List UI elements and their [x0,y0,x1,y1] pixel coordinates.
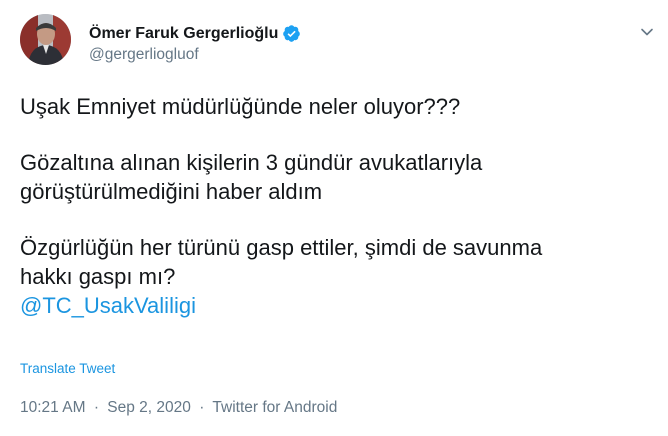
verified-badge-icon [282,24,301,43]
tweet-text: Uşak Emniyet müdürlüğünde neler oluyor??… [20,92,650,320]
tweet-line: Özgürlüğün her türünü gasp ettiler, şimd… [20,235,543,260]
chevron-down-icon[interactable] [639,24,655,40]
tweet-card: Ömer Faruk Gergerlioğlu @gergerliogluof … [0,0,668,436]
translate-tweet-link[interactable]: Translate Tweet [20,361,115,376]
avatar-photo [20,14,71,65]
author-name[interactable]: Ömer Faruk Gergerlioğlu [89,25,278,43]
tweet-source-link[interactable]: Twitter for Android [212,399,337,416]
tweet-date[interactable]: Sep 2, 2020 [107,399,191,416]
tweet-paragraph-1: Uşak Emniyet müdürlüğünde neler oluyor??… [20,92,650,121]
tweet-line: Uşak Emniyet müdürlüğünde neler oluyor??… [20,94,461,119]
meta-separator: · [199,399,205,416]
tweet-line: hakkı gaspı mı? [20,264,176,289]
author-handle[interactable]: @gergerliogluof [89,46,199,64]
tweet-metadata: 10:21 AM · Sep 2, 2020 · Twitter for And… [20,399,337,417]
tweet-line: Gözaltına alınan kişilerin 3 gündür avuk… [20,150,483,175]
author-name-row[interactable]: Ömer Faruk Gergerlioğlu [89,24,301,43]
mention-link[interactable]: @TC_UsakValiligi [20,291,650,320]
tweet-paragraph-2: Gözaltına alınan kişilerin 3 gündür avuk… [20,148,650,206]
tweet-time[interactable]: 10:21 AM [20,399,86,416]
tweet-paragraph-3: Özgürlüğün her türünü gasp ettiler, şimd… [20,233,650,320]
meta-separator: · [93,399,99,416]
tweet-line: görüştürülmediğini haber aldım [20,179,323,204]
avatar[interactable] [20,14,71,65]
